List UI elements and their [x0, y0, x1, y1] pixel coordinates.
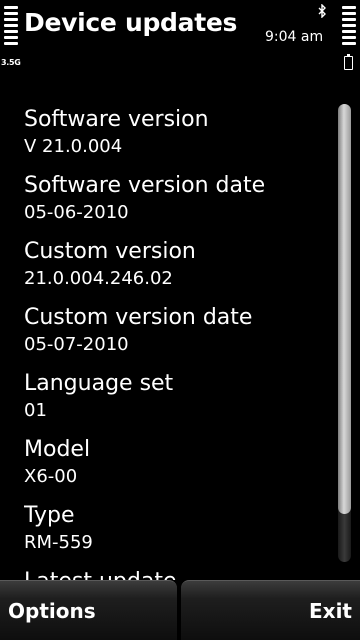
battery-level-icon — [342, 6, 356, 48]
detail-software-version-date[interactable]: Software version date 05-06-2010 — [24, 172, 324, 238]
detail-label: Custom version date — [24, 305, 253, 330]
detail-label: Custom version — [24, 239, 196, 264]
detail-language-set[interactable]: Language set 01 — [24, 370, 324, 436]
detail-value: V 21.0.004 — [24, 136, 123, 157]
bluetooth-icon — [318, 4, 326, 18]
detail-custom-version-date[interactable]: Custom version date 05-07-2010 — [24, 304, 324, 370]
detail-software-version[interactable]: Software version V 21.0.004 — [24, 106, 324, 172]
detail-label: Model — [24, 437, 91, 462]
detail-label: Software version — [24, 107, 209, 132]
device-details-list[interactable]: Software version V 21.0.004 Software ver… — [24, 106, 324, 580]
exit-softkey[interactable]: Exit — [181, 580, 360, 640]
options-softkey[interactable]: Options — [0, 580, 177, 640]
detail-latest-update[interactable]: Latest update — [24, 568, 324, 580]
detail-value: 21.0.004.246.02 — [24, 268, 173, 289]
detail-value: RM-559 — [24, 532, 93, 553]
clock: 9:04 am — [265, 29, 324, 45]
detail-label: Type — [24, 503, 75, 528]
network-type-indicator: 3.5G — [1, 58, 21, 67]
detail-value: 05-06-2010 — [24, 202, 129, 223]
scrollbar[interactable] — [338, 104, 351, 562]
battery-icon — [344, 54, 353, 70]
detail-value: 01 — [24, 400, 47, 421]
page-title: Device updates — [24, 8, 238, 37]
detail-value: X6-00 — [24, 466, 78, 487]
detail-custom-version[interactable]: Custom version 21.0.004.246.02 — [24, 238, 324, 304]
detail-model[interactable]: Model X6-00 — [24, 436, 324, 502]
detail-value: 05-07-2010 — [24, 334, 129, 355]
detail-type[interactable]: Type RM-559 — [24, 502, 324, 568]
detail-label: Software version date — [24, 173, 266, 198]
detail-label: Language set — [24, 371, 174, 396]
scrollbar-thumb[interactable] — [338, 104, 351, 514]
device-updates-screen: 3.5G Device updates 9:04 am Software ver… — [0, 0, 360, 640]
signal-strength-icon — [4, 6, 18, 48]
detail-label: Latest update — [24, 568, 324, 580]
